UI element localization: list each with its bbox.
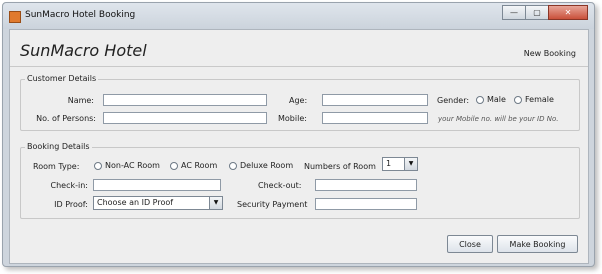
maximize-icon[interactable]: ▢ [525, 5, 549, 20]
close-button[interactable]: Close [447, 235, 493, 253]
mobile-field[interactable] [322, 112, 428, 124]
gender-label: Gender: [437, 96, 470, 105]
radio-circle-icon [514, 95, 522, 104]
name-input[interactable] [106, 95, 266, 105]
make-booking-button[interactable]: Make Booking [497, 235, 578, 253]
id-proof-value: Choose an ID Proof [97, 198, 174, 207]
radio-circle-icon [170, 161, 178, 170]
gender-female-radio[interactable]: Female [514, 95, 554, 104]
num-rooms-select[interactable]: 1 ▼ [382, 157, 418, 171]
app-icon [9, 11, 21, 23]
non-ac-room-label: Non-AC Room [105, 161, 160, 170]
age-field[interactable] [322, 94, 428, 106]
chevron-down-icon[interactable]: ▼ [404, 158, 417, 170]
checkin-input[interactable] [96, 180, 220, 190]
name-field[interactable] [103, 94, 267, 106]
mode-label: New Booking [523, 49, 576, 58]
mobile-input[interactable] [325, 113, 427, 123]
id-proof-select[interactable]: Choose an ID Proof ▼ [93, 196, 223, 210]
mobile-label: Mobile: [278, 114, 307, 123]
num-rooms-value: 1 [386, 159, 392, 168]
security-payment-input[interactable] [318, 199, 416, 209]
radio-circle-icon [476, 95, 484, 104]
ac-room-radio[interactable]: AC Room [170, 161, 217, 170]
persons-field[interactable] [103, 112, 267, 124]
room-type-label: Room Type: [33, 162, 80, 171]
chevron-down-icon[interactable]: ▼ [209, 197, 222, 209]
radio-circle-icon [94, 161, 102, 170]
gender-male-radio[interactable]: Male [476, 95, 506, 104]
checkin-label: Check-in: [50, 181, 88, 190]
radio-circle-icon [229, 161, 237, 170]
num-rooms-label: Numbers of Room [304, 162, 376, 171]
security-payment-field[interactable] [315, 198, 417, 210]
minimize-icon[interactable]: — [502, 5, 526, 20]
header-divider [10, 66, 588, 67]
security-payment-label: Security Payment [237, 200, 308, 209]
checkout-label: Check-out: [258, 181, 302, 190]
window-content: SunMacro Hotel New Booking Customer Deta… [9, 29, 589, 264]
name-label: Name: [67, 96, 94, 105]
age-label: Age: [289, 96, 308, 105]
title-bar[interactable]: SunMacro Hotel Booking — ▢ ✕ [3, 3, 594, 29]
checkout-input[interactable] [318, 180, 416, 190]
booking-details-legend: Booking Details [25, 142, 92, 151]
non-ac-room-radio[interactable]: Non-AC Room [94, 161, 160, 170]
window-controls: — ▢ ✕ [502, 5, 588, 21]
age-input[interactable] [325, 95, 427, 105]
deluxe-room-label: Deluxe Room [240, 161, 294, 170]
checkin-field[interactable] [93, 179, 221, 191]
gender-male-label: Male [487, 95, 506, 104]
brand-title: SunMacro Hotel [20, 41, 147, 60]
persons-input[interactable] [106, 113, 266, 123]
id-proof-label: ID Proof: [54, 200, 88, 209]
close-icon[interactable]: ✕ [548, 5, 588, 20]
gender-female-label: Female [525, 95, 554, 104]
mobile-hint: your Mobile no. will be your ID No. [438, 115, 559, 123]
window-title: SunMacro Hotel Booking [25, 10, 136, 20]
booking-window: SunMacro Hotel Booking — ▢ ✕ SunMacro Ho… [2, 2, 595, 267]
customer-details-legend: Customer Details [25, 74, 99, 83]
checkout-field[interactable] [315, 179, 417, 191]
deluxe-room-radio[interactable]: Deluxe Room [229, 161, 293, 170]
ac-room-label: AC Room [181, 161, 218, 170]
persons-label: No. of Persons: [36, 114, 96, 123]
